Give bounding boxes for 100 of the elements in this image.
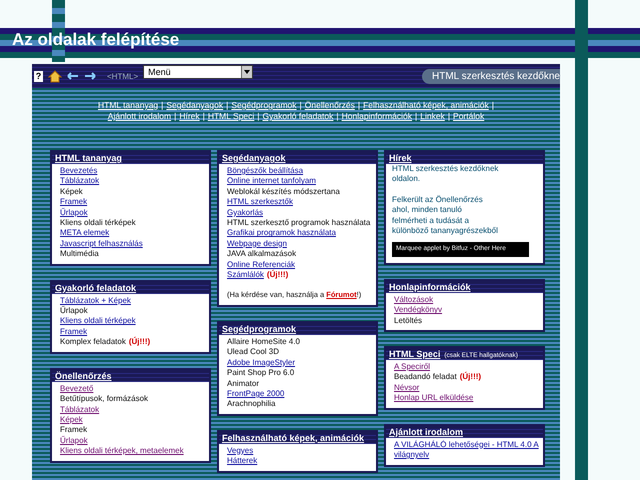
menu-text: Beadandó feladat	[394, 372, 457, 382]
menu-link[interactable]: Vendégkönyv	[394, 305, 442, 316]
page-title: Az oldalak felépítése	[12, 30, 180, 49]
new-label: (Új!!!)	[460, 372, 482, 382]
help-icon[interactable]: ?	[34, 70, 43, 82]
box-title: Segédanyagok	[222, 153, 286, 163]
nav-separator: |	[226, 100, 228, 110]
nav-link[interactable]: Linkek	[420, 111, 445, 121]
nav-link[interactable]: Portálok	[453, 111, 484, 121]
nav-link[interactable]: Gyakorló feladatok	[262, 111, 334, 121]
nav-separator: |	[448, 111, 450, 121]
menu-text: Weblokál készítés módszertana	[227, 186, 340, 196]
menu-link[interactable]: Javascript felhasználás	[60, 238, 143, 250]
menu-text: Űrlapok	[60, 306, 88, 316]
news-line: felmérheti a tudását a	[392, 216, 470, 226]
nav-separator: |	[358, 100, 360, 110]
nav-link[interactable]: Honlapinformációk	[342, 111, 412, 121]
nav-link[interactable]: HTML Speci	[208, 111, 254, 121]
menu-link[interactable]: Hátterek	[227, 456, 258, 467]
news-line: oldalon.	[392, 174, 422, 185]
box-title: Segédprogramok	[222, 324, 296, 334]
menu-link[interactable]: Űrlapok	[60, 208, 88, 218]
nav-link[interactable]: Segédanyagok	[166, 100, 224, 110]
menu-link[interactable]: Online Referenciák	[227, 260, 296, 270]
menu-text: Framek	[60, 425, 88, 434]
menu-link[interactable]: FrontPage 2000	[227, 388, 284, 400]
nav-link[interactable]: Önellenőrzés	[304, 100, 355, 110]
nav-separator: |	[492, 100, 494, 110]
back-arrow-icon[interactable]	[67, 72, 79, 80]
menu-link[interactable]: A Speciről	[394, 362, 430, 372]
menu-link[interactable]: A VILÁGHÁLÓ lehetőségei - HTML 4.0 A világnyelv	[394, 440, 540, 460]
nav-separator: |	[161, 100, 164, 110]
menu-link[interactable]: Adobe ImageStyler	[227, 358, 296, 368]
menu-link[interactable]: Framek	[60, 326, 88, 338]
menu-link[interactable]: Bevezetés	[60, 166, 98, 176]
menu-link[interactable]: Online internet tanfolyam	[227, 176, 316, 187]
news-line: ahol, minden tanuló	[392, 205, 463, 216]
menu-link[interactable]: Bevezető	[60, 384, 94, 394]
menu-link[interactable]: META elemek	[60, 228, 110, 239]
menu-text: Multimédia	[60, 249, 99, 258]
box-title: Gyakorló feladatok	[55, 282, 136, 293]
new-label: (Új!!!)	[128, 337, 150, 346]
nav-separator: |	[257, 111, 260, 121]
forward-arrow-icon[interactable]	[84, 72, 96, 80]
menu-link[interactable]: Táblázatok + Képek	[60, 296, 131, 306]
caret-icon	[244, 70, 250, 74]
menu-text: Animator	[227, 378, 260, 388]
menu-link[interactable]: Táblázatok	[60, 404, 100, 415]
menu-link[interactable]: Kliens oldali térképek	[60, 316, 136, 327]
menu-link[interactable]: Változások	[394, 294, 434, 306]
menu-text: Kliens oldali térképek	[60, 218, 136, 228]
nav-link[interactable]: Hírek	[179, 111, 200, 121]
menu-link[interactable]: Webpage design	[227, 238, 287, 250]
news-line: különböző tananyagrészekből	[392, 226, 499, 236]
menu-link[interactable]: Vegyes	[227, 446, 254, 456]
menu-text: Allaire HomeSite 4.0	[227, 336, 300, 346]
html-tag-label: <HTML>	[107, 72, 138, 80]
nav-separator: |	[300, 100, 302, 110]
box-title: HTML tananyag	[55, 153, 122, 163]
menu-select[interactable]: Menü	[143, 65, 254, 79]
box-title: HTML Speci	[389, 349, 440, 360]
menu-text: Képek	[60, 186, 83, 196]
nav-link[interactable]: Segédprogramok	[231, 100, 297, 110]
home-icon[interactable]	[48, 70, 62, 82]
menu-link[interactable]: HTML szerkesztők	[227, 197, 293, 208]
menu-text: Paint Shop Pro 6.0	[227, 368, 294, 378]
box-title: Felhasználható képek, animációk	[222, 432, 364, 443]
nav-separator: |	[202, 111, 205, 121]
box-title: Ajánlott irodalom	[389, 426, 463, 437]
nav-link[interactable]: Ajánlott irodalom	[108, 111, 172, 121]
menu-link[interactable]: Képek	[60, 414, 83, 426]
menu-link[interactable]: Névsor	[394, 382, 420, 394]
menu-link[interactable]: Gyakorlás	[227, 208, 264, 218]
menu-link[interactable]: Táblázatok	[60, 176, 100, 187]
news-line: HTML szerkesztés kezdőknek	[392, 164, 500, 174]
menu-link[interactable]: Böngészők beállítása	[227, 166, 304, 176]
menu-text: Arachnophilia	[227, 399, 276, 408]
nav-separator: |	[336, 111, 339, 121]
box-title: Hírek	[389, 153, 412, 163]
news-line: Felkerült az Önellenőrzés	[392, 194, 484, 206]
nav-separator: |	[174, 111, 176, 121]
menu-text: Betűtípusok, formázások	[60, 394, 148, 404]
nav-link[interactable]: HTML tananyag	[98, 100, 158, 110]
menu-text: Komplex feladatok	[60, 337, 126, 346]
menu-text: JAVA alkalmazások	[227, 249, 296, 258]
menu-link[interactable]: Számlálók	[227, 270, 264, 280]
menu-text: HTML szerkesztő programok használata	[227, 218, 370, 228]
new-label: (Új!!!)	[266, 270, 288, 280]
box-title: Honlapinformációk	[389, 282, 471, 292]
menu-link[interactable]: Grafikai programok használata	[227, 228, 336, 239]
menu-link[interactable]: Kliens oldali térképek, metaelemek	[60, 446, 184, 457]
box-title: Önellenőrzés	[55, 370, 112, 381]
site-title-banner: HTML szerkesztés kezdőkne	[422, 68, 560, 84]
nav-separator: |	[415, 111, 418, 121]
menu-link[interactable]: Framek	[60, 197, 88, 208]
menu-text: Ulead Cool 3D	[227, 347, 280, 356]
nav-link[interactable]: Felhasználható képek, animációk	[363, 100, 489, 110]
menu-link[interactable]: Honlap URL elküldése	[394, 393, 474, 404]
menu-text: Letöltés	[394, 316, 422, 325]
menu-link[interactable]: Űrlapok	[60, 436, 88, 446]
